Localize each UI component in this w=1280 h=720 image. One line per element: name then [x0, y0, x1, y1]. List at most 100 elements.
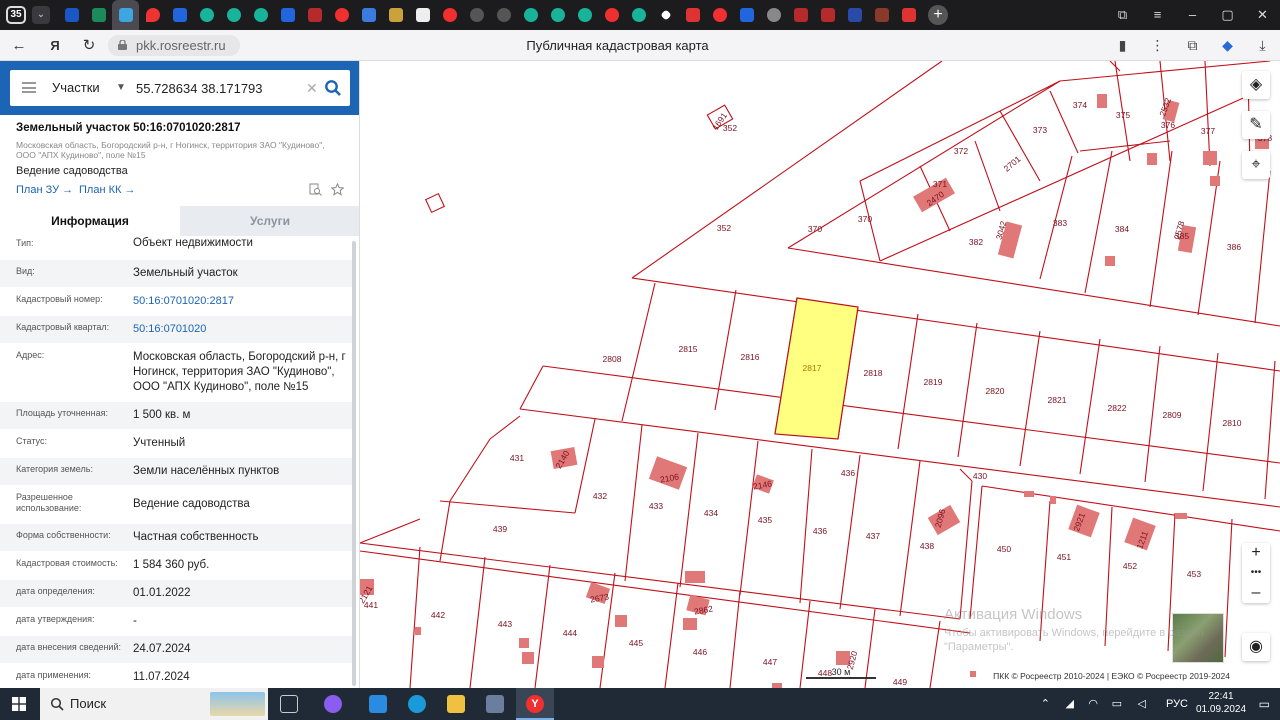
browser-tab[interactable] — [652, 0, 679, 30]
downloads-icon[interactable]: ⤓ — [1245, 37, 1280, 54]
browser-tab[interactable] — [85, 0, 112, 30]
collections-icon[interactable]: ⧉ — [1105, 0, 1140, 30]
search-icon — [50, 697, 64, 711]
browser-tab[interactable] — [787, 0, 814, 30]
search-bar: Участки ▼ ✕ — [0, 61, 359, 115]
browser-tab[interactable] — [571, 0, 598, 30]
new-tab-button[interactable]: + — [928, 5, 948, 25]
browser-tab[interactable] — [706, 0, 733, 30]
file-explorer-icon[interactable] — [447, 695, 465, 713]
tab-info[interactable]: Информация — [0, 206, 180, 236]
parcel-label: 2820 — [986, 386, 1005, 396]
search-icon[interactable] — [324, 79, 342, 97]
search-document-icon[interactable] — [309, 183, 322, 196]
browser-tab[interactable] — [760, 0, 787, 30]
plan-kk-link[interactable]: План КК → — [79, 184, 135, 196]
browser-tab[interactable] — [544, 0, 571, 30]
extension-icon[interactable]: ◆ — [1210, 37, 1245, 54]
star-icon[interactable] — [331, 183, 344, 196]
cadastral-map[interactable]: 3523523703703713723733743753763773783823… — [360, 61, 1280, 688]
zoom-more-icon[interactable]: ••• — [1242, 563, 1270, 583]
taskbar-search[interactable]: Поиск — [40, 688, 268, 720]
battery-icon[interactable]: ▭ — [1112, 688, 1122, 720]
tab-count-button[interactable]: 35 — [6, 6, 26, 24]
browser-tab[interactable] — [841, 0, 868, 30]
layers-icon[interactable]: ◈ — [1242, 71, 1270, 99]
zoom-in-button[interactable]: + — [1242, 543, 1270, 563]
browser-tab[interactable] — [220, 0, 247, 30]
browser-tab[interactable] — [139, 0, 166, 30]
browser-tab[interactable] — [328, 0, 355, 30]
ruler-icon[interactable]: ✎ — [1242, 111, 1270, 139]
hamburger-menu-icon[interactable] — [22, 82, 36, 93]
browser-tab[interactable] — [517, 0, 544, 30]
browser-tab[interactable] — [409, 0, 436, 30]
cadastral-quarter-link[interactable]: 50:16:0701020 — [133, 322, 348, 337]
yandex-browser-taskbar-button[interactable]: Y — [516, 688, 554, 720]
browser-tab[interactable] — [382, 0, 409, 30]
browser-tab[interactable] — [436, 0, 463, 30]
browser-tab[interactable] — [625, 0, 652, 30]
network-icon[interactable]: ◢ — [1066, 688, 1074, 720]
zoom-out-button[interactable]: – — [1242, 583, 1270, 603]
browser-tab[interactable] — [733, 0, 760, 30]
cadastral-number-link[interactable]: 50:16:0701020:2817 — [133, 294, 348, 309]
parcel-label: 371 — [933, 179, 947, 189]
info-row: дата внесения сведений: 24.07.2024 — [0, 636, 352, 664]
tab-list-chevron-icon[interactable]: ⌄ — [32, 6, 50, 24]
search-type-select[interactable]: Участки — [52, 70, 100, 106]
compass-icon[interactable]: ◉ — [1242, 633, 1270, 661]
browser-tab[interactable] — [274, 0, 301, 30]
language-indicator[interactable]: РУС — [1166, 688, 1188, 720]
panel-scrollbar[interactable] — [352, 241, 356, 686]
browser-tab[interactable] — [868, 0, 895, 30]
notifications-icon[interactable]: ▭ — [1259, 688, 1270, 720]
browser-tab[interactable] — [814, 0, 841, 30]
system-clock[interactable]: 22:41 01.09.2024 — [1196, 690, 1246, 716]
parcel-label: 2821 — [1048, 395, 1067, 405]
calculator-icon[interactable] — [486, 695, 504, 713]
plan-zu-link[interactable]: План ЗУ → — [16, 184, 73, 196]
browser-tab[interactable] — [355, 0, 382, 30]
volume-icon[interactable]: ◁ — [1138, 688, 1146, 720]
parcel-label: 447 — [763, 657, 777, 667]
tab-groups-icon[interactable]: ⧉ — [1175, 37, 1210, 54]
building-footprint — [1024, 491, 1034, 497]
edge-icon[interactable] — [408, 695, 426, 713]
menu-icon[interactable]: ≡ — [1140, 0, 1175, 30]
browser-tab[interactable] — [193, 0, 220, 30]
clear-icon[interactable]: ✕ — [306, 70, 318, 106]
browser-tab[interactable] — [598, 0, 625, 30]
building-footprint — [592, 656, 604, 668]
browser-tab[interactable] — [895, 0, 922, 30]
alice-assistant-icon[interactable] — [324, 695, 342, 713]
task-view-icon[interactable] — [280, 695, 298, 713]
browser-tab[interactable] — [463, 0, 490, 30]
tray-expand-icon[interactable]: ⌃ — [1041, 688, 1050, 720]
wifi-icon[interactable]: ◠ — [1088, 688, 1098, 720]
info-row: Тип: Объект недвижимости — [0, 236, 352, 260]
tab-services[interactable]: Услуги — [180, 206, 359, 236]
locate-icon[interactable]: ⌖ — [1242, 151, 1270, 179]
browser-tab[interactable] — [166, 0, 193, 30]
store-icon[interactable] — [369, 695, 387, 713]
browser-tab[interactable] — [679, 0, 706, 30]
browser-tab[interactable] — [247, 0, 274, 30]
tab-favicon-icon — [442, 8, 457, 22]
browser-tab[interactable] — [58, 0, 85, 30]
close-button[interactable]: ✕ — [1245, 0, 1280, 30]
parcel-label: 2810 — [1223, 418, 1242, 428]
parcel-label: 373 — [1033, 125, 1047, 135]
parcel-label: 386 — [1227, 242, 1241, 252]
browser-tab-active[interactable] — [112, 0, 139, 30]
bookmark-icon[interactable]: ▮ — [1105, 37, 1140, 54]
search-input[interactable] — [136, 78, 301, 98]
map-canvas[interactable]: 3523523703703713723733743753763773783823… — [360, 61, 1280, 688]
minimize-button[interactable]: – — [1175, 0, 1210, 30]
more-icon[interactable]: ⋮ — [1140, 37, 1175, 54]
chevron-down-icon[interactable]: ▼ — [116, 70, 126, 106]
windows-start-icon[interactable] — [12, 697, 26, 711]
browser-tab[interactable] — [301, 0, 328, 30]
browser-tab[interactable] — [490, 0, 517, 30]
maximize-button[interactable]: ▢ — [1210, 0, 1245, 30]
